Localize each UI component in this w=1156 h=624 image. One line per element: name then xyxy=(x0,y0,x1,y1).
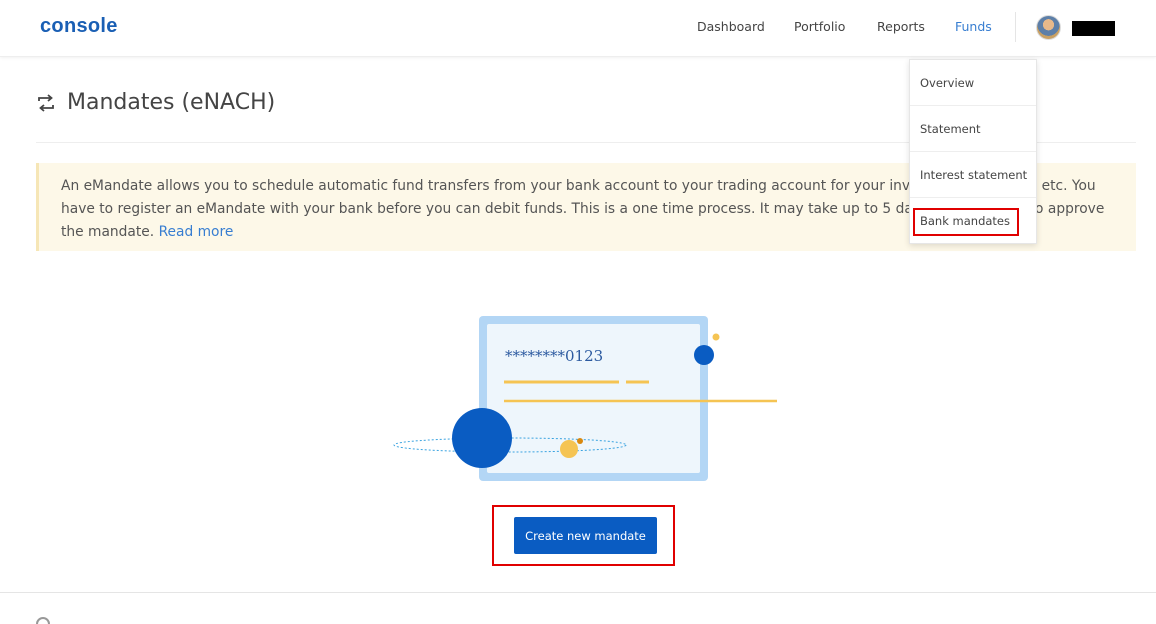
footer-icon xyxy=(36,617,50,624)
swap-arrows-icon xyxy=(38,94,54,112)
nav-funds[interactable]: Funds xyxy=(955,19,992,34)
footer-divider xyxy=(0,592,1156,593)
create-mandate-button[interactable]: Create new mandate xyxy=(514,517,657,554)
nav-divider xyxy=(1015,12,1016,42)
big-blue-circle xyxy=(452,408,512,468)
bank-mandates-highlight-box xyxy=(913,208,1019,236)
yellow-dot xyxy=(560,440,578,458)
console-logo[interactable]: console xyxy=(40,15,118,38)
account-mask: ********0123 xyxy=(505,347,604,365)
nav-reports[interactable]: Reports xyxy=(877,19,925,34)
nav-dashboard[interactable]: Dashboard xyxy=(697,19,765,34)
menu-item-interest-statement[interactable]: Interest statement xyxy=(910,152,1036,198)
username-redacted[interactable] xyxy=(1072,21,1115,36)
blue-dot xyxy=(694,345,714,365)
nav-portfolio[interactable]: Portfolio xyxy=(794,19,845,34)
menu-item-overview[interactable]: Overview xyxy=(910,60,1036,106)
mandate-illustration xyxy=(393,316,777,481)
top-navbar: console Dashboard Portfolio Reports Fund… xyxy=(0,0,1156,57)
menu-item-statement[interactable]: Statement xyxy=(910,106,1036,152)
yellow-dot-small xyxy=(712,333,720,341)
orange-dot xyxy=(577,438,583,444)
read-more-link[interactable]: Read more xyxy=(159,224,234,240)
user-avatar[interactable] xyxy=(1036,15,1061,40)
page-title: Mandates (eNACH) xyxy=(67,90,276,115)
